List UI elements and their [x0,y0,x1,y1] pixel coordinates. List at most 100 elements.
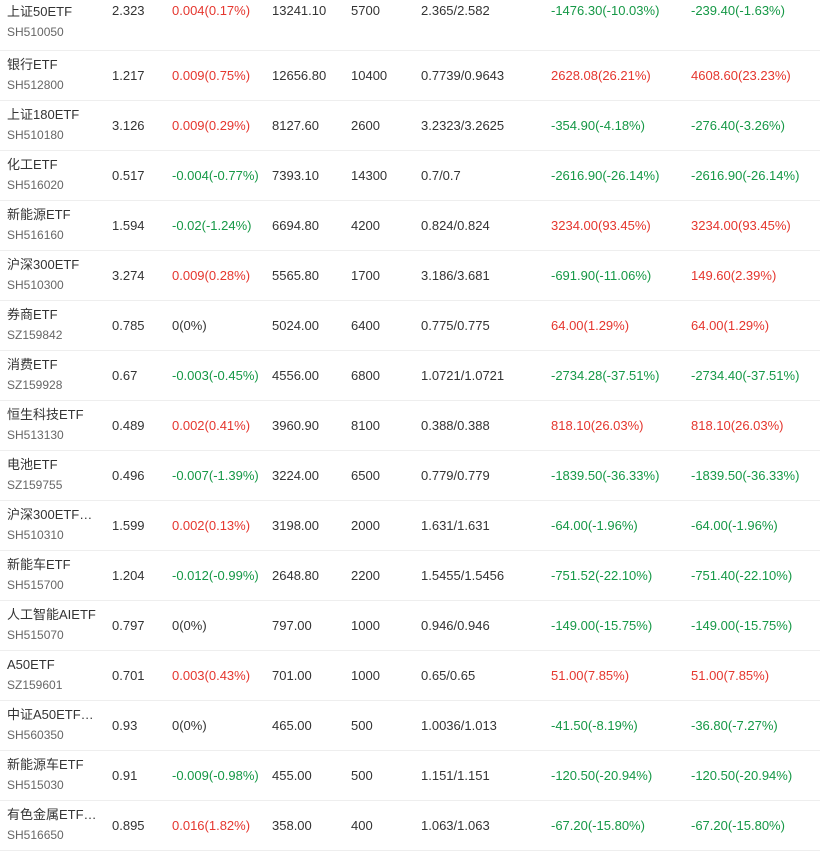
change-cell: 0.004(0.17%) [172,0,272,51]
table-row[interactable]: A50ETF SZ159601 0.701 0.003(0.43%) 701.00 100… [0,650,820,701]
table-row[interactable]: 上证180ETF SH510180 3.126 0.009(0.29%) 8127.60… [0,100,820,151]
fund-name-cell[interactable]: 消费ETF SZ159928 [0,350,112,401]
fund-name[interactable]: 上证50ETF [7,3,112,21]
fund-name[interactable]: 新能车ETF [7,556,112,574]
fund-name-cell[interactable]: 券商ETF SZ159842 [0,300,112,351]
fund-name-cell[interactable]: 新能车ETF SH515700 [0,550,112,601]
cost-cell: 0.779/0.779 [421,450,551,501]
shares-cell: 2000 [351,500,421,551]
fund-name[interactable]: 新能源ETF [7,206,112,224]
fund-name-cell[interactable]: 化工ETF SH516020 [0,150,112,201]
pnl-cell: -120.50(-20.94%) [551,750,691,801]
table-row[interactable]: 中证A50ETF… SH560350 0.93 0(0%) 465.00 500 1.003… [0,700,820,751]
change-cell: 0(0%) [172,700,272,751]
fund-name-cell[interactable]: 上证50ETF SH510050 [0,0,112,51]
table-row[interactable]: 新能源ETF SH516160 1.594 -0.02(-1.24%) 6694.80 4… [0,200,820,251]
market-value-cell: 5024.00 [272,300,351,351]
fund-name-cell[interactable]: 上证180ETF SH510180 [0,100,112,151]
shares-cell: 1700 [351,250,421,301]
fund-name-cell[interactable]: 有色金属ETF… SH516650 [0,800,112,851]
fund-name[interactable]: 人工智能AIETF [7,606,112,624]
price-cell: 0.701 [112,650,172,701]
fund-name[interactable]: 银行ETF [7,56,112,74]
market-value-cell: 8127.60 [272,100,351,151]
pnl2-cell: -64.00(-1.96%) [691,500,820,551]
table-row[interactable]: 有色金属ETF… SH516650 0.895 0.016(1.82%) 358.00 4… [0,800,820,851]
price-cell: 0.517 [112,150,172,201]
fund-name-cell[interactable]: 新能源车ETF SH515030 [0,750,112,801]
fund-name[interactable]: 恒生科技ETF [7,406,112,424]
fund-name[interactable]: 电池ETF [7,456,112,474]
shares-cell: 500 [351,750,421,801]
market-value-cell: 465.00 [272,700,351,751]
fund-name[interactable]: 沪深300ETF… [7,506,112,524]
table-row[interactable]: 人工智能AIETF SH515070 0.797 0(0%) 797.00 1000 0.9… [0,600,820,651]
pnl2-cell: -36.80(-7.27%) [691,700,820,751]
shares-cell: 6800 [351,350,421,401]
fund-code: SH510180 [7,128,64,142]
fund-name-cell[interactable]: 新能源ETF SH516160 [0,200,112,251]
change-cell: 0(0%) [172,600,272,651]
pnl2-cell: -120.50(-20.94%) [691,750,820,801]
cost-cell: 1.0036/1.013 [421,700,551,751]
table-row[interactable]: 新能车ETF SH515700 1.204 -0.012(-0.99%) 2648.80… [0,550,820,601]
fund-code: SH515070 [7,628,64,642]
pnl2-cell: -276.40(-3.26%) [691,100,820,151]
fund-code: SH513130 [7,428,64,442]
pnl2-cell: 3234.00(93.45%) [691,200,820,251]
pnl2-cell: -1839.50(-36.33%) [691,450,820,501]
fund-name-cell[interactable]: A50ETF SZ159601 [0,650,112,701]
fund-code: SH512800 [7,78,64,92]
price-cell: 1.204 [112,550,172,601]
change-cell: -0.012(-0.99%) [172,550,272,601]
fund-name[interactable]: 化工ETF [7,156,112,174]
fund-name-cell[interactable]: 银行ETF SH512800 [0,50,112,101]
table-row[interactable]: 上证50ETF SH510050 2.323 0.004(0.17%) 13241.10… [0,0,820,51]
fund-code: SZ159755 [7,478,63,492]
change-cell: -0.007(-1.39%) [172,450,272,501]
table-row[interactable]: 消费ETF SZ159928 0.67 -0.003(-0.45%) 4556.00 68… [0,350,820,401]
fund-name[interactable]: 券商ETF [7,306,112,324]
fund-name[interactable]: 上证180ETF [7,106,112,124]
fund-name[interactable]: 沪深300ETF [7,256,112,274]
price-cell: 0.895 [112,800,172,851]
cost-cell: 1.063/1.063 [421,800,551,851]
table-row[interactable]: 沪深300ETF SH510300 3.274 0.009(0.28%) 5565.80… [0,250,820,301]
price-cell: 0.91 [112,750,172,801]
change-cell: -0.003(-0.45%) [172,350,272,401]
shares-cell: 5700 [351,0,421,51]
pnl2-cell: -2616.90(-26.14%) [691,150,820,201]
fund-name-cell[interactable]: 人工智能AIETF SH515070 [0,600,112,651]
pnl2-cell: 149.60(2.39%) [691,250,820,301]
table-row[interactable]: 新能源车ETF SH515030 0.91 -0.009(-0.98%) 455.00 5… [0,750,820,801]
fund-name[interactable]: 有色金属ETF… [7,806,112,824]
fund-name[interactable]: A50ETF [7,656,112,674]
table-row[interactable]: 银行ETF SH512800 1.217 0.009(0.75%) 12656.80 10… [0,50,820,101]
fund-name[interactable]: 消费ETF [7,356,112,374]
table-row[interactable]: 券商ETF SZ159842 0.785 0(0%) 5024.00 6400 0.775/… [0,300,820,351]
fund-code: SH510050 [7,25,64,39]
pnl2-cell: -2734.40(-37.51%) [691,350,820,401]
fund-code: SH516020 [7,178,64,192]
fund-name-cell[interactable]: 沪深300ETF SH510300 [0,250,112,301]
price-cell: 0.67 [112,350,172,401]
table-row[interactable]: 沪深300ETF… SH510310 1.599 0.002(0.13%) 3198.0… [0,500,820,551]
shares-cell: 1000 [351,650,421,701]
price-cell: 2.323 [112,0,172,51]
table-row[interactable]: 恒生科技ETF SH513130 0.489 0.002(0.41%) 3960.90 8… [0,400,820,451]
pnl-cell: -1839.50(-36.33%) [551,450,691,501]
pnl-cell: -64.00(-1.96%) [551,500,691,551]
fund-name[interactable]: 中证A50ETF… [7,706,112,724]
fund-name[interactable]: 新能源车ETF [7,756,112,774]
table-row[interactable]: 电池ETF SZ159755 0.496 -0.007(-1.39%) 3224.00 6… [0,450,820,501]
change-cell: 0.002(0.13%) [172,500,272,551]
fund-name-cell[interactable]: 沪深300ETF… SH510310 [0,500,112,551]
fund-code: SZ159928 [7,378,63,392]
pnl-cell: -41.50(-8.19%) [551,700,691,751]
fund-name-cell[interactable]: 电池ETF SZ159755 [0,450,112,501]
fund-name-cell[interactable]: 恒生科技ETF SH513130 [0,400,112,451]
fund-code: SH515030 [7,778,64,792]
shares-cell: 10400 [351,50,421,101]
table-row[interactable]: 化工ETF SH516020 0.517 -0.004(-0.77%) 7393.10 1… [0,150,820,201]
fund-name-cell[interactable]: 中证A50ETF… SH560350 [0,700,112,751]
